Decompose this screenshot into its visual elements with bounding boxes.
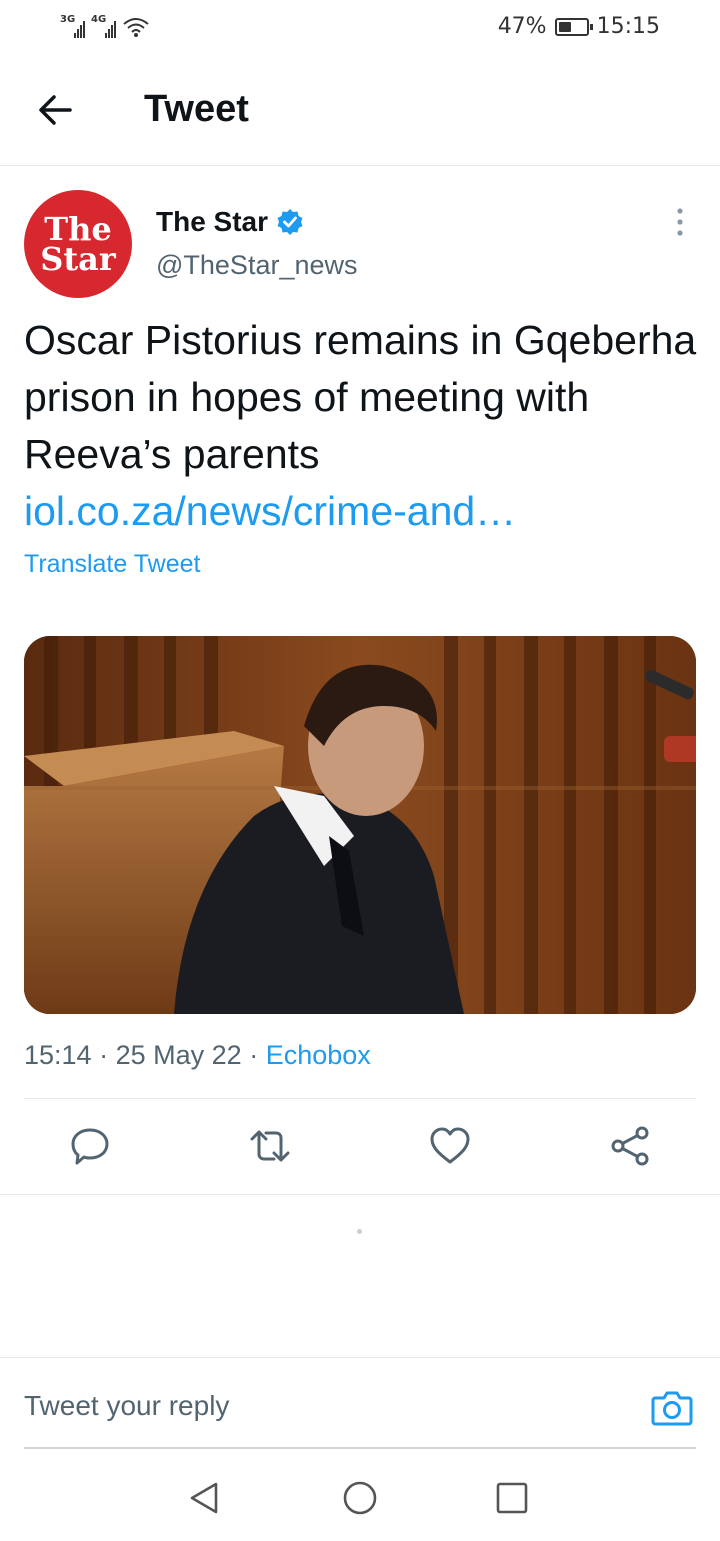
avatar[interactable]: The Star [24, 190, 132, 298]
nav-back-icon[interactable] [186, 1480, 222, 1516]
tweet-image[interactable] [24, 636, 696, 1014]
nav-recents-icon[interactable] [494, 1480, 530, 1516]
divider [0, 1194, 720, 1195]
reply-underline [24, 1447, 696, 1449]
system-nav-bar [0, 1452, 720, 1541]
tweet-link[interactable]: iol.co.za/news/crime-and… [24, 483, 704, 540]
camera-icon[interactable] [650, 1386, 694, 1430]
tweet-text: Oscar Pistorius remains in Gqeberha pris… [24, 312, 704, 540]
avatar-line-2: Star [40, 240, 116, 278]
tweet-time: 15:14 [24, 1040, 92, 1070]
like-icon[interactable] [428, 1124, 472, 1168]
sim2-signal-icon: 4G [91, 14, 116, 38]
wifi-icon [123, 18, 149, 37]
loading-indicator [357, 1229, 362, 1234]
verified-badge-icon [277, 209, 303, 235]
signal-indicators: 3G 4G [60, 14, 150, 38]
tweet-actions [0, 1100, 720, 1194]
sim1-signal-icon: 3G [60, 14, 85, 38]
divider [24, 1098, 696, 1099]
tweet-meta: 15:14 · 25 May 22 · Echobox [24, 1040, 371, 1070]
nav-home-icon[interactable] [342, 1480, 378, 1516]
status-bar: 3G 4G 47% 15:15 [0, 0, 720, 54]
status-right: 47% 15:15 [498, 14, 660, 39]
reply-icon[interactable] [68, 1124, 112, 1168]
courtroom-photo [24, 636, 696, 1014]
battery-icon [554, 17, 593, 36]
share-icon[interactable] [608, 1124, 652, 1168]
more-options-icon[interactable] [664, 206, 696, 238]
clock: 15:15 [596, 14, 660, 39]
author-name-label: The Star [156, 206, 269, 237]
arrow-left-icon[interactable] [34, 88, 78, 132]
reply-input[interactable]: Tweet your reply [24, 1390, 229, 1422]
translate-tweet-link[interactable]: Translate Tweet [24, 550, 200, 579]
retweet-icon[interactable] [248, 1124, 292, 1168]
app-bar: Tweet [0, 54, 720, 166]
page-title: Tweet [144, 88, 249, 130]
tweet-source[interactable]: Echobox [266, 1040, 371, 1070]
tweet-date: 25 May 22 [115, 1040, 242, 1070]
battery-percent: 47% [497, 14, 547, 39]
tweet-body: Oscar Pistorius remains in Gqeberha pris… [24, 317, 697, 477]
author-handle[interactable]: @TheStar_news [156, 250, 358, 281]
author-name[interactable]: The Star [156, 206, 304, 238]
reply-bar: Tweet your reply [0, 1357, 720, 1449]
